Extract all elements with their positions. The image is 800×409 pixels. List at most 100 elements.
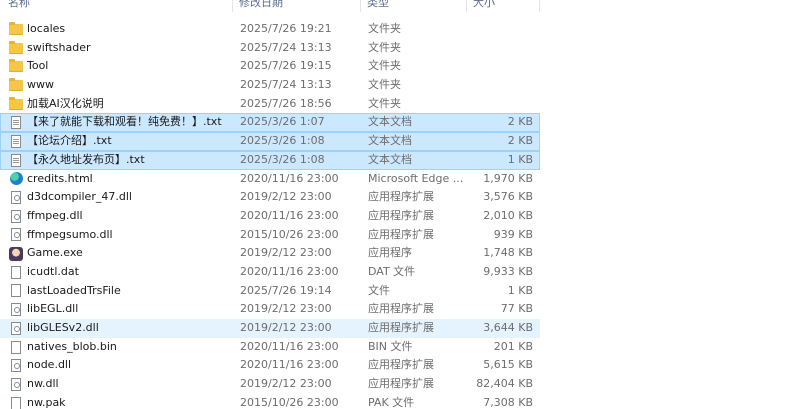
file-name: natives_blob.bin [27,339,117,353]
file-date: 2020/11/16 23:00 [240,208,339,222]
column-header-date[interactable]: 修改日期 [233,0,361,12]
file-size: 1 KB [507,152,533,166]
file-row[interactable]: 【永久地址发布页】.txt 2025/3/26 1:08 文本文档 1 KB [0,150,540,170]
file-row[interactable]: Tool 2025/7/26 19:15 文件夹 [0,57,540,76]
file-type: 文本文档 [368,152,412,166]
file-date: 2025/7/26 19:21 [240,22,332,35]
file-row[interactable]: libEGL.dll 2019/2/12 23:00 应用程序扩展 77 KB [0,300,540,319]
file-size [470,76,533,95]
file-size: 2 KB [507,115,533,129]
folder-icon [8,95,24,114]
file-type: 文件夹 [368,40,401,54]
file-date: 2025/3/26 1:08 [240,134,325,148]
file-list: locales 2025/7/26 19:21 文件夹 swiftshader 2025… [0,20,540,409]
file-type: 应用程序扩展 [368,321,434,334]
file-type: 文本文档 [368,134,412,148]
file-name: 【论坛介绍】.txt [27,134,112,148]
dll-file-icon [8,356,24,375]
file-size: 1,970 KB [483,171,533,185]
file-size: 201 KB [493,339,533,353]
file-type: DAT 文件 [368,264,416,278]
folder-icon [8,39,24,58]
file-type: 应用程序扩展 [368,377,434,391]
file-date: 2025/7/26 19:14 [240,283,332,297]
file-type: BIN 文件 [368,339,413,353]
file-row[interactable]: 【论坛介绍】.txt 2025/3/26 1:08 文本文档 2 KB [0,132,540,151]
file-type: 应用程序扩展 [368,358,434,372]
file-type: 文件夹 [368,78,401,92]
file-row[interactable]: icudtl.dat 2020/11/16 23:00 DAT 文件 9,933 KB [0,263,540,282]
dll-file-icon [8,375,24,394]
file-type: 应用程序扩展 [368,190,434,204]
file-date: 2019/2/12 23:00 [240,321,332,334]
column-header-type[interactable]: 类型 [361,0,467,12]
file-size [470,57,533,76]
file-row[interactable]: libGLESv2.dll 2019/2/12 23:00 应用程序扩展 3,644 … [0,319,540,338]
file-name: icudtl.dat [27,264,79,278]
file-name: nw.pak [27,395,66,409]
folder-icon [8,57,24,76]
file-size [470,39,533,58]
column-header-name[interactable]: 名称 [0,0,233,12]
file-date: 2020/11/16 23:00 [240,339,339,353]
file-size: 1,748 KB [483,246,533,260]
file-name: 【永久地址发布页】.txt [27,152,145,166]
dll-file-icon [8,188,24,207]
file-size: 939 KB [493,227,533,241]
column-header-bar: 名称 修改日期 类型 大小 [0,0,540,12]
file-name: ffmpegsumo.dll [27,227,113,241]
file-date: 2020/11/16 23:00 [240,171,339,185]
file-size: 77 KB [500,302,533,316]
text-file-icon [8,113,24,132]
file-date: 2025/3/26 1:08 [240,152,325,166]
file-name: ffmpeg.dll [27,208,83,222]
file-date: 2019/2/12 23:00 [240,377,332,391]
file-date: 2025/7/24 13:13 [240,40,332,54]
file-row[interactable]: www 2025/7/24 13:13 文件夹 [0,76,540,95]
file-size: 82,404 KB [476,377,533,391]
file-date: 2025/3/26 1:07 [240,115,325,129]
file-row[interactable]: credits.html 2020/11/16 23:00 Microsoft Ed… [0,170,540,189]
file-row[interactable]: node.dll 2020/11/16 23:00 应用程序扩展 5,615 KB [0,356,540,375]
file-row[interactable]: ffmpeg.dll 2020/11/16 23:00 应用程序扩展 2,010 KB [0,207,540,226]
dll-file-icon [8,300,24,319]
file-row[interactable]: d3dcompiler_47.dll 2019/2/12 23:00 应用程序扩展 3… [0,188,540,207]
file-type: 文件 [368,283,390,297]
file-size: 2 KB [507,134,533,148]
file-size [470,95,533,114]
file-size: 7,308 KB [483,395,533,409]
text-file-icon [8,151,24,170]
file-type: 文件夹 [368,22,401,35]
file-size: 9,933 KB [483,264,533,278]
column-header-size[interactable]: 大小 [467,0,540,12]
file-name: libEGL.dll [27,302,79,316]
dll-file-icon [8,207,24,226]
file-row[interactable]: Game.exe 2019/2/12 23:00 应用程序 1,748 KB [0,244,540,263]
file-size: 3,644 KB [483,321,533,334]
file-row[interactable]: nw.dll 2019/2/12 23:00 应用程序扩展 82,404 KB [0,375,540,394]
file-row[interactable]: natives_blob.bin 2020/11/16 23:00 BIN 文件 20… [0,338,540,357]
file-name: 【来了就能下载和观看！纯免费！】.txt [27,115,222,129]
file-type: 应用程序扩展 [368,227,434,241]
file-date: 2019/2/12 23:00 [240,246,332,260]
file-row[interactable]: 【来了就能下载和观看！纯免费！】.txt 2025/3/26 1:07 文本文档 2 … [0,113,540,133]
file-type: Microsoft Edge ... [368,171,464,185]
file-row[interactable]: 加载AI汉化说明 2025/7/26 18:56 文件夹 [0,95,540,114]
folder-icon [8,76,24,95]
file-size: 2,010 KB [483,208,533,222]
file-name: lastLoadedTrsFile [27,283,121,297]
file-type: PAK 文件 [368,395,415,409]
file-type: 文件夹 [368,96,401,110]
file-size [470,20,533,39]
file-row[interactable]: lastLoadedTrsFile 2025/7/26 19:14 文件 1 KB [0,282,540,301]
file-name: credits.html [27,171,93,185]
file-row[interactable]: ffmpegsumo.dll 2015/10/26 23:00 应用程序扩展 939 … [0,226,540,245]
file-icon [8,338,24,357]
file-row[interactable]: nw.pak 2015/10/26 23:00 PAK 文件 7,308 KB [0,394,540,409]
dll-file-icon [8,226,24,245]
file-row[interactable]: swiftshader 2025/7/24 13:13 文件夹 [0,39,540,58]
file-name: Tool [27,59,49,73]
file-size: 1 KB [507,283,533,297]
file-row[interactable]: locales 2025/7/26 19:21 文件夹 [0,20,540,39]
file-date: 2015/10/26 23:00 [240,227,339,241]
